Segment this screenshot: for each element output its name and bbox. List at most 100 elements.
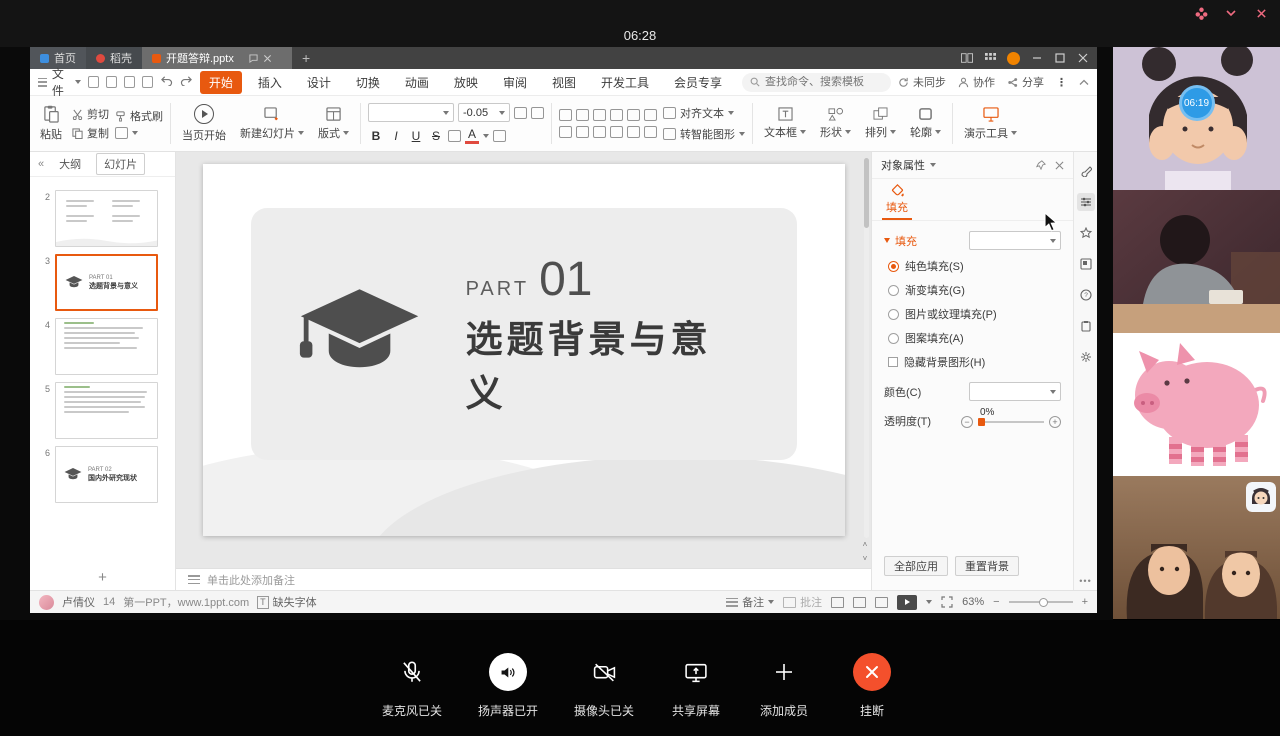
- color-combo[interactable]: [969, 382, 1061, 401]
- paste-button[interactable]: 粘贴: [36, 100, 66, 147]
- slide-title-block[interactable]: PART 01 选题背景与意义: [466, 252, 751, 417]
- ribbon-tab-insert[interactable]: 插入: [249, 71, 291, 94]
- fill-tab[interactable]: 填充: [882, 179, 912, 220]
- bullets-icon[interactable]: [559, 109, 572, 121]
- slide-thumbnail-4[interactable]: [55, 318, 158, 375]
- zoom-slider-thumb[interactable]: [1039, 598, 1048, 607]
- text-box-button[interactable]: 文本框: [760, 100, 810, 147]
- ribbon-tab-review[interactable]: 审阅: [494, 71, 536, 94]
- new-tab-button[interactable]: +: [292, 47, 320, 69]
- align-text-button[interactable]: 对齐文本: [663, 105, 745, 121]
- export-pdf-icon[interactable]: [142, 76, 153, 88]
- fit-window-icon[interactable]: [941, 596, 953, 608]
- help-icon[interactable]: ?: [1077, 286, 1095, 304]
- fill-option-picture[interactable]: 图片或纹理填充(P): [884, 306, 1061, 322]
- decrease-indent-icon[interactable]: [593, 109, 606, 121]
- font-color-button[interactable]: A: [465, 127, 479, 144]
- beautify-icon[interactable]: [1194, 6, 1208, 20]
- slide-thumbnail-6[interactable]: PART 02 国内外研究现状: [55, 446, 158, 503]
- strikethrough-button[interactable]: S: [428, 129, 444, 143]
- bold-button[interactable]: B: [368, 129, 384, 143]
- more-menu-icon[interactable]: ⋮: [1056, 76, 1067, 89]
- undo-icon[interactable]: [160, 75, 173, 89]
- participant-video-4[interactable]: [1113, 476, 1280, 619]
- ribbon-tab-devtools[interactable]: 开发工具: [592, 71, 658, 94]
- clipboard-pane-icon[interactable]: [1077, 317, 1095, 335]
- command-search[interactable]: [742, 73, 891, 92]
- slideshow-button[interactable]: [897, 595, 917, 610]
- align-left-icon[interactable]: [559, 126, 572, 138]
- camera-button[interactable]: 摄像头已关: [574, 653, 634, 719]
- new-slide-button[interactable]: 新建幻灯片: [236, 100, 308, 147]
- copy-button[interactable]: 复制: [72, 125, 109, 141]
- chat-bubble-icon[interactable]: [249, 54, 258, 63]
- account-avatar[interactable]: [1007, 52, 1020, 65]
- close-window-icon[interactable]: [1254, 6, 1268, 20]
- share-screen-button[interactable]: 共享屏幕: [670, 653, 722, 719]
- increase-icon[interactable]: +: [1049, 416, 1061, 428]
- participant-video-1[interactable]: 06:19: [1113, 47, 1280, 190]
- align-right-icon[interactable]: [593, 126, 606, 138]
- ribbon-tab-start[interactable]: 开始: [200, 71, 242, 94]
- ribbon-tab-animation[interactable]: 动画: [396, 71, 438, 94]
- layout-button[interactable]: 版式: [314, 100, 353, 147]
- transparency-slider[interactable]: − 0% +: [961, 416, 1061, 428]
- minimize-window-icon[interactable]: [1224, 6, 1238, 20]
- ribbon-tab-design[interactable]: 设计: [298, 71, 340, 94]
- participant-video-3[interactable]: [1113, 333, 1280, 476]
- decrease-font-icon[interactable]: [531, 107, 544, 119]
- reset-background-button[interactable]: 重置背景: [955, 556, 1019, 576]
- close-app-icon[interactable]: [1077, 52, 1089, 64]
- shapes-button[interactable]: 形状: [816, 100, 855, 147]
- grid-apps-icon[interactable]: [984, 52, 996, 64]
- slide-thumbnail-3-selected[interactable]: PART 01 选题背景与意义: [55, 254, 158, 311]
- comments-toggle-button[interactable]: 批注: [783, 594, 822, 610]
- close-tab-icon[interactable]: [263, 54, 272, 63]
- save-icon[interactable]: [88, 76, 99, 88]
- search-input[interactable]: [765, 76, 883, 88]
- minimize-app-icon[interactable]: [1031, 52, 1043, 64]
- fill-option-pattern[interactable]: 图案填充(A): [884, 330, 1061, 346]
- justify-icon[interactable]: [610, 126, 623, 138]
- fill-preset-combo[interactable]: [969, 231, 1061, 250]
- collapse-panel-icon[interactable]: «: [38, 158, 44, 170]
- tab-docer[interactable]: 稻壳: [86, 47, 142, 69]
- fill-option-solid[interactable]: 纯色填充(S): [884, 258, 1061, 274]
- effects-star-icon[interactable]: [1077, 224, 1095, 242]
- present-tools-button[interactable]: 演示工具: [960, 100, 1021, 147]
- zoom-out-icon[interactable]: −: [993, 596, 999, 608]
- ribbon-tab-transition[interactable]: 切换: [347, 71, 389, 94]
- increase-font-icon[interactable]: [514, 107, 527, 119]
- close-panel-icon[interactable]: [1055, 161, 1064, 170]
- outline-button[interactable]: 轮廓: [906, 100, 945, 147]
- missing-font-button[interactable]: T 缺失字体: [257, 594, 317, 610]
- print-preview-icon[interactable]: [124, 76, 135, 88]
- print-icon[interactable]: [106, 76, 117, 88]
- slider-thumb[interactable]: [978, 418, 985, 426]
- play-from-current-button[interactable]: 当页开始: [178, 100, 230, 147]
- notes-bar[interactable]: 单击此处添加备注: [176, 568, 871, 590]
- slideshow-options-icon[interactable]: [926, 600, 932, 604]
- tab-document[interactable]: 开题答辩.pptx: [142, 47, 292, 69]
- zoom-in-icon[interactable]: +: [1082, 596, 1088, 608]
- highlight-color-icon[interactable]: [493, 130, 506, 142]
- arrange-button[interactable]: 排列: [861, 100, 900, 147]
- style-painter-button[interactable]: [115, 127, 163, 139]
- notes-toggle-button[interactable]: 备注: [726, 594, 774, 610]
- add-member-button[interactable]: 添加成员: [758, 653, 810, 719]
- line-spacing-icon[interactable]: [627, 109, 640, 121]
- fill-option-gradient[interactable]: 渐变填充(G): [884, 282, 1061, 298]
- selection-pane-icon[interactable]: [1077, 255, 1095, 273]
- pin-icon[interactable]: [1036, 160, 1046, 170]
- format-painter-button[interactable]: 格式刷: [115, 108, 163, 124]
- outline-tab[interactable]: 大纲: [52, 154, 88, 174]
- ribbon-tab-slideshow[interactable]: 放映: [445, 71, 487, 94]
- user-avatar[interactable]: [39, 595, 54, 610]
- to-smartart-button[interactable]: 转智能图形: [663, 126, 745, 142]
- previous-slide-button[interactable]: ˄: [859, 539, 871, 550]
- ribbon-tab-member[interactable]: 会员专享: [665, 71, 731, 94]
- style-brush-icon[interactable]: [1077, 162, 1095, 180]
- apply-all-button[interactable]: 全部应用: [884, 556, 948, 576]
- microphone-button[interactable]: 麦克风已关: [382, 653, 442, 719]
- clear-format-icon[interactable]: [448, 130, 461, 142]
